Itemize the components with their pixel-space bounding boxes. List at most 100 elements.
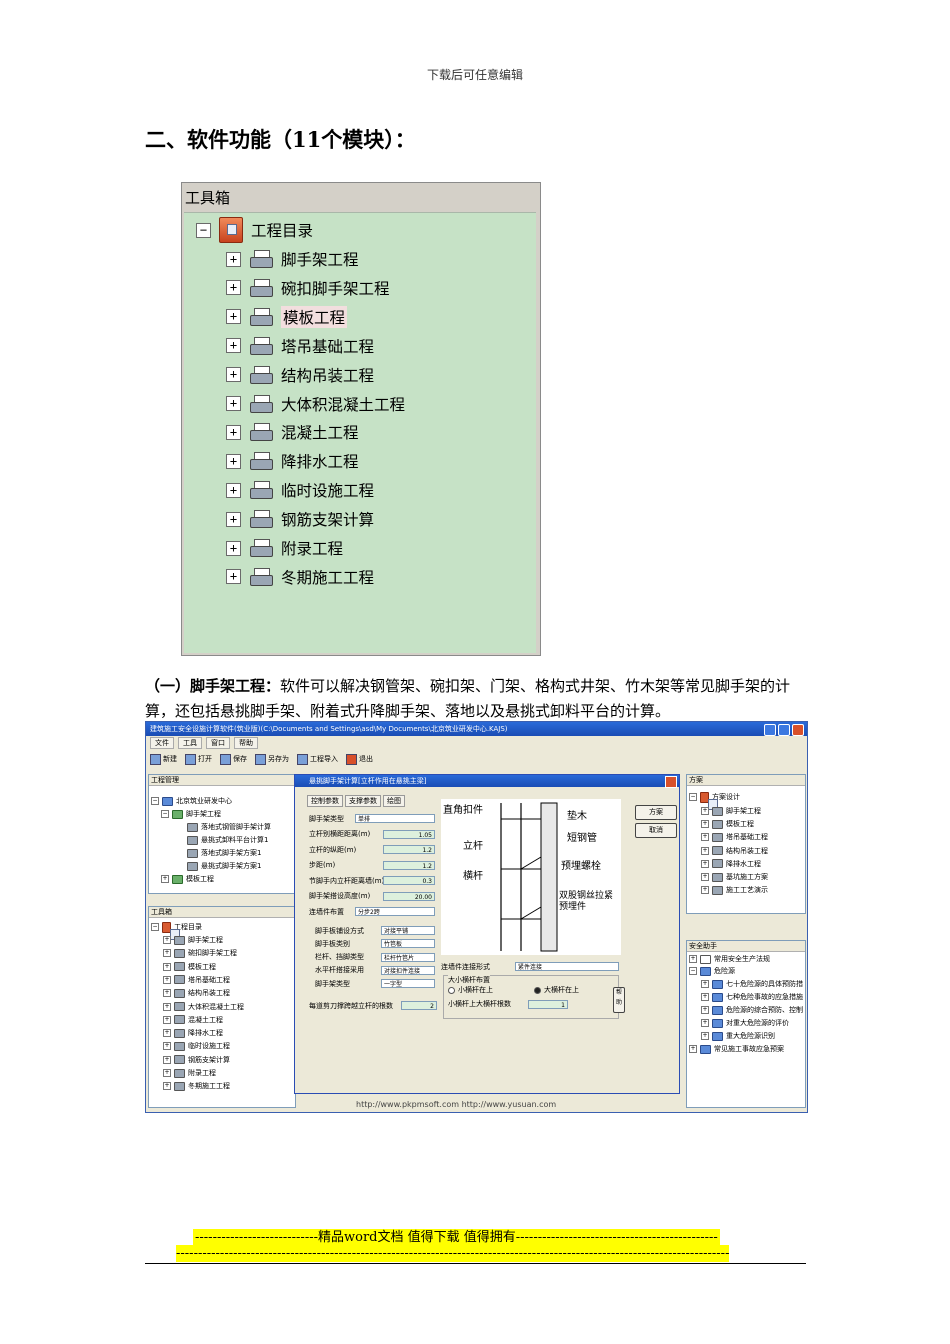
- new-button[interactable]: 新建: [150, 753, 177, 765]
- bar-count-field[interactable]: 1: [528, 1000, 568, 1009]
- tree-item[interactable]: + 混凝土工程: [226, 419, 359, 445]
- project-child[interactable]: 落地式钢管脚手架计算: [187, 821, 271, 833]
- plan-button[interactable]: 方案: [635, 805, 677, 820]
- radio-small-top[interactable]: 小横杆在上: [448, 984, 493, 996]
- expand-icon[interactable]: +: [226, 251, 241, 267]
- safety-subitem[interactable]: + 重大危险源识别: [701, 1030, 775, 1042]
- option-select[interactable]: 竹笆板: [381, 939, 435, 949]
- toolbox-item[interactable]: + 钢筋支架计算: [163, 1054, 230, 1066]
- param-field[interactable]: 1.2: [383, 860, 435, 870]
- option-select[interactable]: 对接平铺: [381, 926, 435, 935]
- expand-icon[interactable]: +: [226, 367, 241, 383]
- printer-icon: [249, 452, 273, 471]
- safety-item[interactable]: + 常见施工事故应急预案: [689, 1043, 784, 1055]
- param-field[interactable]: 1.05: [383, 829, 435, 839]
- tree-item[interactable]: + 结构吊装工程: [226, 362, 374, 388]
- project-child[interactable]: 悬挑式脚手架方案1: [187, 860, 261, 872]
- param-field[interactable]: 0.3: [383, 876, 435, 885]
- safety-item[interactable]: − 危险源: [689, 965, 735, 977]
- toolbox-item[interactable]: + 结构吊装工程: [163, 987, 230, 999]
- option-select[interactable]: 一字型: [381, 979, 435, 989]
- param-field[interactable]: 20.00: [383, 891, 435, 901]
- toolbox-item[interactable]: + 脚手架工程: [163, 934, 223, 946]
- safety-subitem[interactable]: + 七十危险源的具体预防措: [701, 978, 803, 990]
- toolbox-item[interactable]: + 附录工程: [163, 1067, 216, 1079]
- tab-control-params[interactable]: 控制参数: [307, 795, 343, 807]
- tree-item[interactable]: + 冬期施工工程: [226, 564, 374, 590]
- expand-icon[interactable]: +: [226, 338, 241, 354]
- minimize-icon[interactable]: [764, 724, 776, 736]
- toolbox-item[interactable]: + 模板工程: [163, 961, 216, 973]
- plan-item[interactable]: + 模板工程: [701, 818, 754, 830]
- toolbox-item[interactable]: + 混凝土工程: [163, 1014, 223, 1026]
- save-as-button[interactable]: 另存为: [255, 753, 289, 765]
- safety-subitem[interactable]: + 危险源的综合预防、控制: [701, 1004, 803, 1016]
- expand-icon[interactable]: +: [226, 569, 241, 585]
- tree-item[interactable]: + 降排水工程: [226, 448, 359, 474]
- open-button[interactable]: 打开: [185, 753, 212, 765]
- expand-icon[interactable]: +: [226, 511, 241, 527]
- connect-select[interactable]: 紧件连接: [515, 962, 619, 971]
- safety-subitem[interactable]: + 对重大危险源的评价: [701, 1017, 789, 1029]
- menu-tools[interactable]: 工具: [178, 737, 202, 749]
- menu-file[interactable]: 文件: [150, 737, 174, 749]
- exit-button[interactable]: 退出: [346, 753, 373, 765]
- param-field[interactable]: 单排: [355, 814, 435, 823]
- expand-icon[interactable]: +: [226, 453, 241, 469]
- project-child[interactable]: 悬挑式卸料平台计算1: [187, 834, 268, 846]
- expand-icon[interactable]: +: [226, 482, 241, 498]
- import-button[interactable]: 工程导入: [297, 753, 338, 765]
- toolbox-item[interactable]: + 冬期施工工程: [163, 1080, 230, 1092]
- expand-icon[interactable]: +: [226, 424, 241, 440]
- plan-item[interactable]: + 结构吊装工程: [701, 845, 768, 857]
- tree-item[interactable]: + 附录工程: [226, 535, 343, 561]
- plan-item[interactable]: + 施工工艺演示: [701, 884, 768, 896]
- dialog-close-icon[interactable]: [665, 776, 677, 788]
- toolbox-item[interactable]: + 降排水工程: [163, 1027, 223, 1039]
- param-field[interactable]: 1.2: [383, 845, 435, 854]
- tree-item[interactable]: + 脚手架工程: [226, 246, 359, 272]
- project-root[interactable]: − 北京筑业研发中心: [151, 795, 232, 807]
- project-group[interactable]: − 脚手架工程: [161, 808, 221, 820]
- tree-item[interactable]: + 塔吊基础工程: [226, 333, 374, 359]
- maximize-icon[interactable]: [778, 724, 790, 736]
- toolbox-item[interactable]: + 碗扣脚手架工程: [163, 947, 237, 959]
- radio-large-top[interactable]: 大横杆在上: [534, 984, 579, 996]
- toolbox-root[interactable]: − 工程目录: [151, 921, 202, 940]
- tree-root[interactable]: − 工程目录: [196, 217, 313, 243]
- plan-root[interactable]: − 方案设计: [689, 791, 740, 810]
- plan-item[interactable]: + 塔吊基础工程: [701, 831, 768, 843]
- plan-item[interactable]: + 基坑施工方案: [701, 871, 768, 883]
- tab-drawing[interactable]: 绘图: [383, 795, 405, 807]
- scissor-field[interactable]: 2: [401, 1001, 437, 1010]
- safety-subitem[interactable]: + 七种危险事故的应急措施: [701, 991, 803, 1003]
- plan-item[interactable]: + 脚手架工程: [701, 805, 761, 817]
- toolbox-item[interactable]: + 塔吊基础工程: [163, 974, 230, 986]
- expand-icon[interactable]: +: [226, 309, 241, 325]
- tree-item[interactable]: + 模板工程: [226, 304, 348, 330]
- expand-icon[interactable]: +: [226, 396, 241, 411]
- tree-item[interactable]: + 大体积混凝土工程: [226, 391, 405, 417]
- menu-window[interactable]: 窗口: [206, 737, 230, 749]
- collapse-icon[interactable]: −: [196, 222, 211, 238]
- tree-item[interactable]: + 临时设施工程: [226, 477, 374, 503]
- safety-item[interactable]: + 常用安全生产法规: [689, 953, 770, 965]
- option-select[interactable]: 对接扣件连接: [381, 965, 435, 975]
- tree-item[interactable]: + 钢筋支架计算: [226, 506, 374, 532]
- option-select[interactable]: 栏杆竹笆片: [381, 952, 435, 962]
- plan-item[interactable]: + 降排水工程: [701, 858, 761, 870]
- toolbox-item[interactable]: + 大体积混凝土工程: [163, 1001, 244, 1013]
- tree-item[interactable]: + 碗扣脚手架工程: [226, 275, 390, 301]
- param-field[interactable]: 分步2跨: [355, 907, 435, 916]
- toolbox-item[interactable]: + 临时设施工程: [163, 1040, 230, 1052]
- save-button[interactable]: 保存: [220, 753, 247, 765]
- expand-icon[interactable]: +: [226, 280, 241, 296]
- help-button[interactable]: 帮助: [613, 987, 625, 1013]
- project-group[interactable]: + 模板工程: [161, 873, 214, 885]
- close-icon[interactable]: [792, 724, 804, 736]
- cancel-button[interactable]: 取消: [635, 823, 677, 838]
- project-child[interactable]: 落地式脚手架方案1: [187, 847, 261, 859]
- menu-help[interactable]: 帮助: [234, 737, 258, 749]
- tab-support-params[interactable]: 支撑参数: [345, 795, 381, 807]
- expand-icon[interactable]: +: [226, 540, 241, 556]
